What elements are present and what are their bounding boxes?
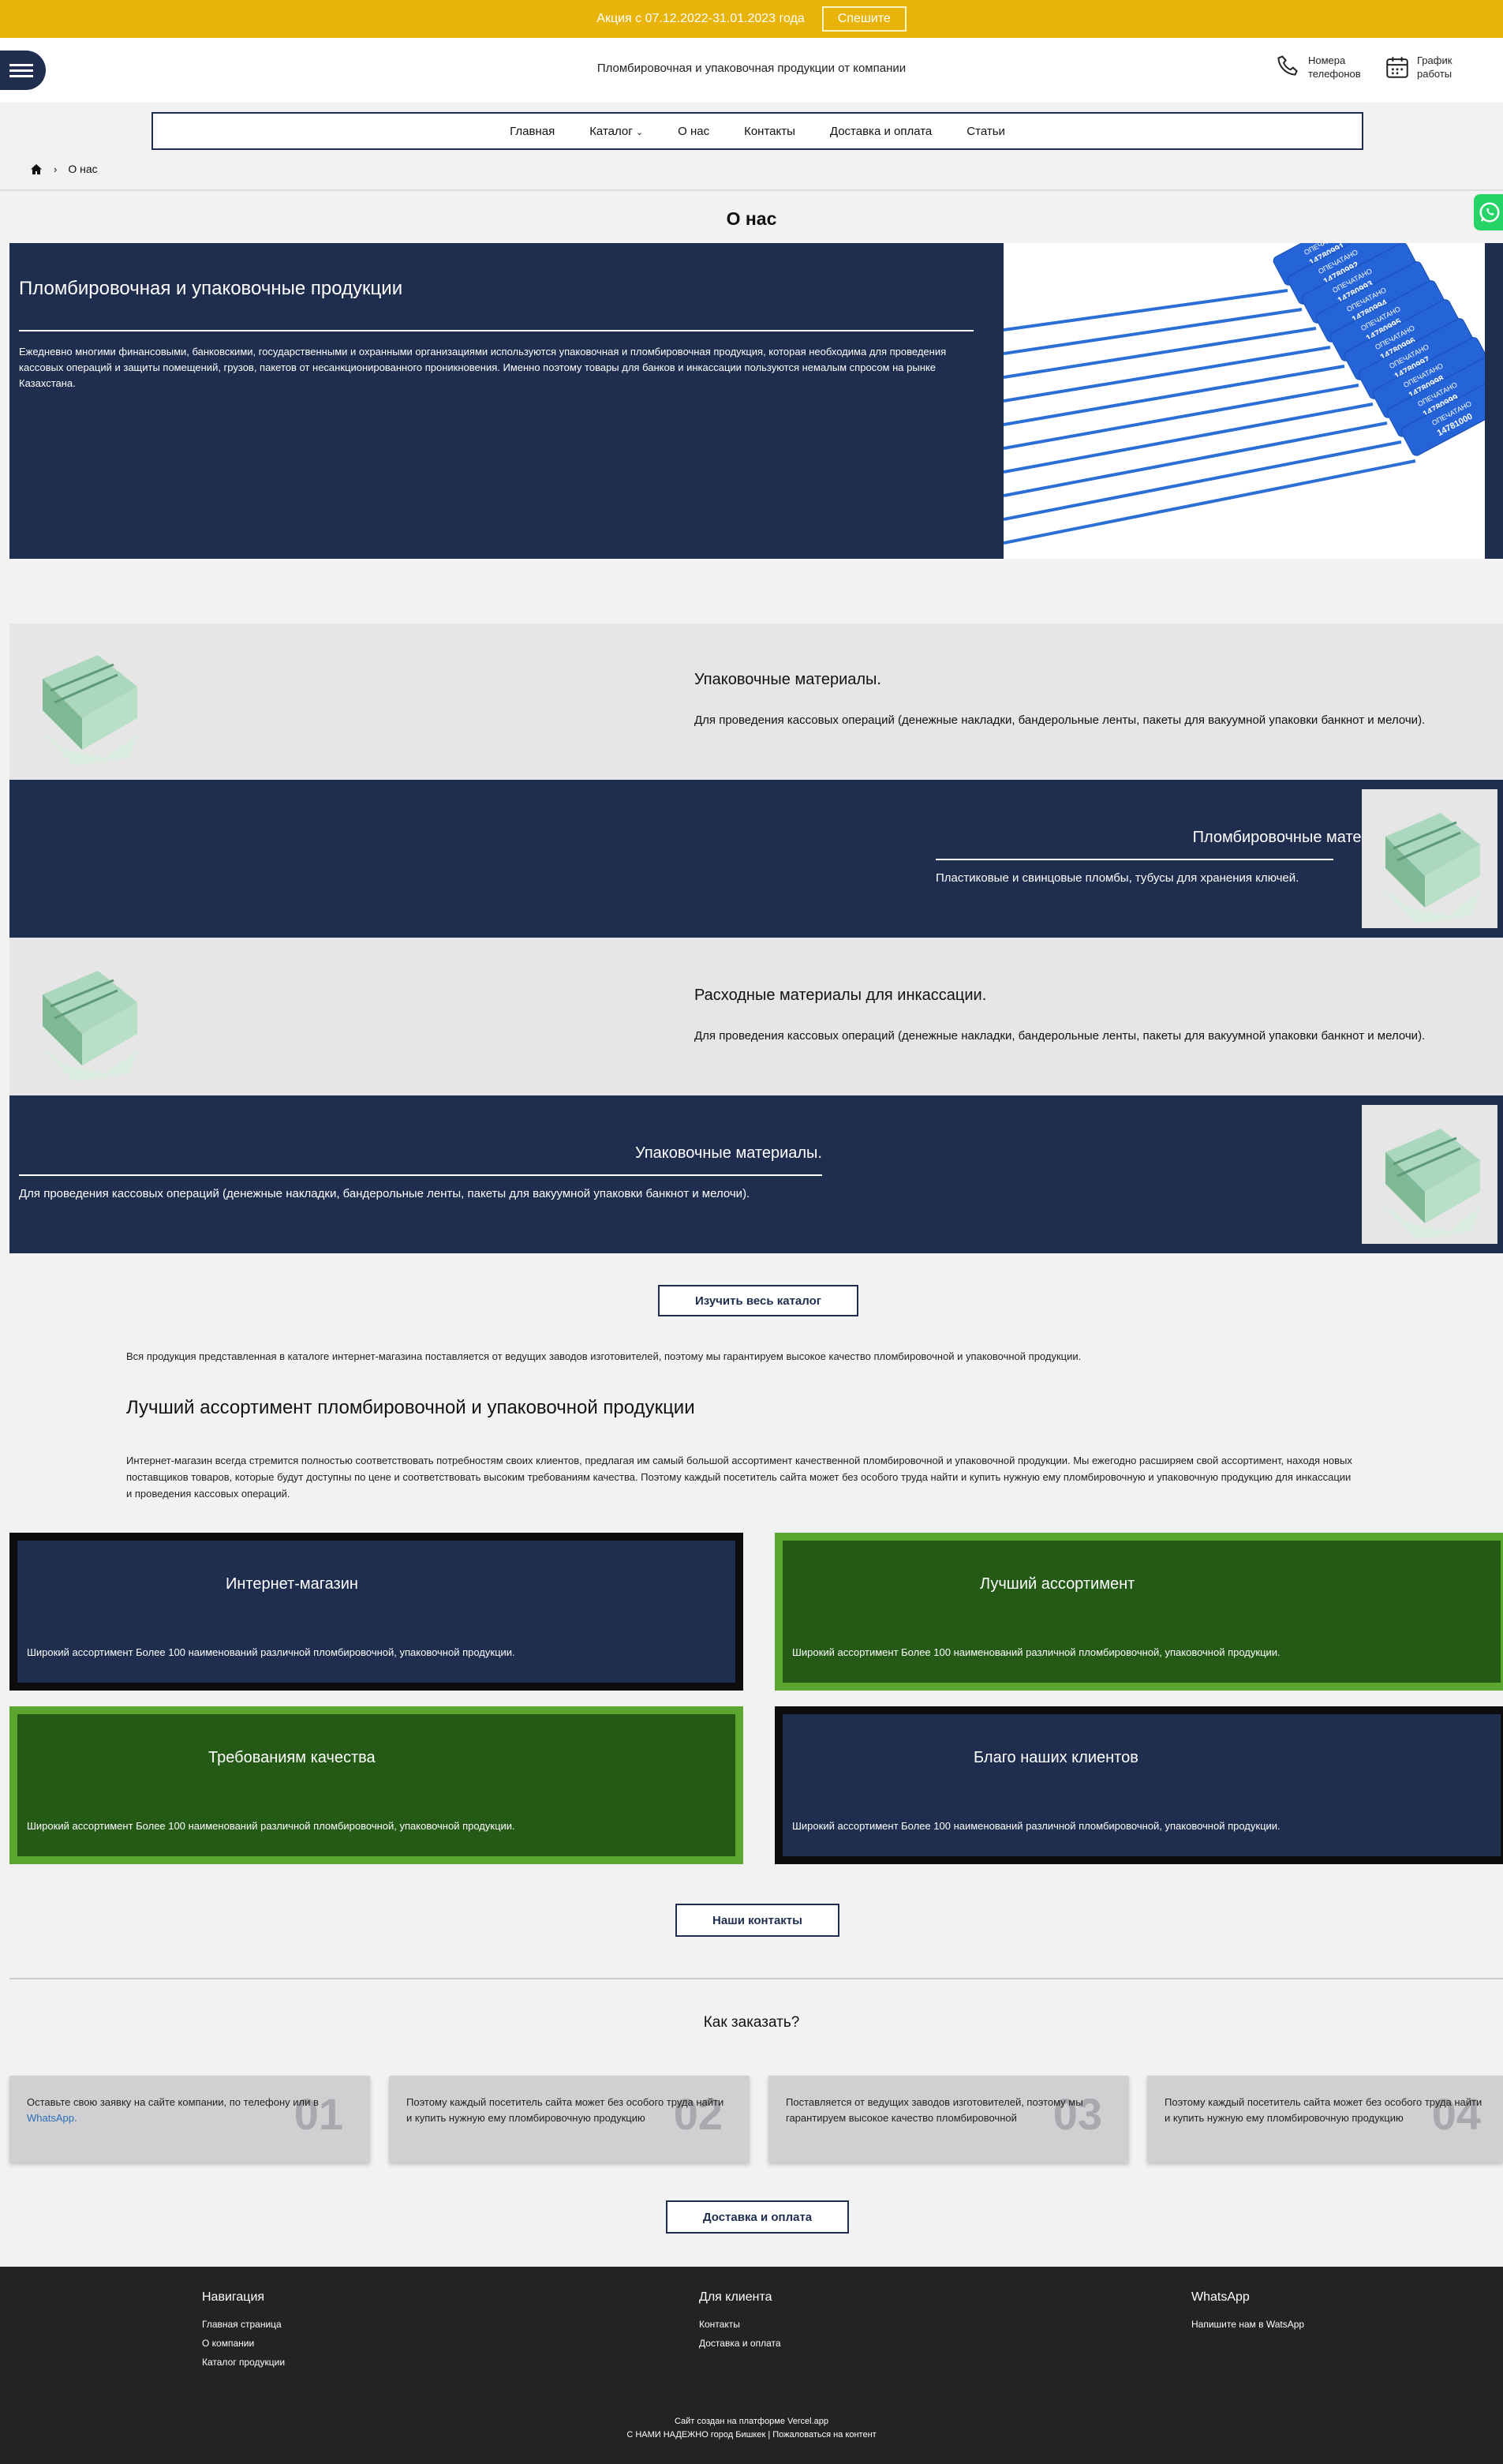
order-title: Как заказать? xyxy=(703,2014,800,2031)
phone-icon xyxy=(1277,55,1298,76)
row-desc: Для проведения кассовых операций (денежн… xyxy=(19,1187,750,1200)
page-title: О нас xyxy=(726,208,777,229)
card-text: Широкий ассортимент Более 100 наименован… xyxy=(27,1820,515,1832)
phones-label-1: Номера xyxy=(1308,54,1346,66)
nav-catalog-label: Каталог xyxy=(589,124,633,138)
hero-divider xyxy=(19,330,974,331)
footer-link[interactable]: Главная страница xyxy=(202,2319,285,2330)
footer-whatsapp-column: WhatsApp Напишите нам в WatsApp xyxy=(1191,2290,1304,2338)
product-row[interactable]: Расходные материалы для инкассации. Для … xyxy=(9,938,1503,1095)
home-icon[interactable] xyxy=(30,163,43,175)
schedule-label-1: График xyxy=(1417,54,1453,66)
phones-link[interactable]: Номера телефонов xyxy=(1275,54,1361,81)
money-pack-image xyxy=(19,947,155,1086)
footer-link[interactable]: Доставка и оплата xyxy=(699,2338,781,2349)
row-divider xyxy=(936,859,1333,860)
row-title: Упаковочные материалы. xyxy=(694,671,881,688)
seals-illustration: ОПЕЧАТАНО14780991ОПЕЧАТАНО14780992ОПЕЧАТ… xyxy=(1004,243,1485,559)
hero-title: Пломбировочная и упаковочные продукции xyxy=(19,278,403,299)
row-desc: Для проведения кассовых операций (денежн… xyxy=(694,1029,1426,1043)
site-footer: Навигация Главная страница О компании Ка… xyxy=(0,2267,1503,2464)
main-nav: Главная Каталог ⌄ О нас Контакты Доставк… xyxy=(151,112,1363,150)
row-desc: Пластиковые и свинцовые пломбы, тубусы д… xyxy=(936,871,1299,885)
promo-button[interactable]: Спешите xyxy=(821,6,907,32)
nav-item-home[interactable]: Главная xyxy=(510,125,555,138)
feature-card: Благо наших клиентов Широкий ассортимент… xyxy=(775,1706,1503,1864)
row-title: Пломбировочные материалы xyxy=(1192,829,1408,846)
card-title: Интернет-магазин xyxy=(226,1575,358,1593)
card-title: Благо наших клиентов xyxy=(974,1749,1138,1766)
footer-link[interactable]: О компании xyxy=(202,2338,285,2349)
order-step: 03 Поставляется от ведущих заводов изгот… xyxy=(768,2076,1129,2163)
footer-nav-title: Навигация xyxy=(202,2290,265,2304)
order-step: 04 Поэтому каждый посетитель сайта может… xyxy=(1147,2076,1503,2163)
chevron-down-icon: ⌄ xyxy=(635,127,644,137)
row-desc: Для проведения кассовых операций (денежн… xyxy=(694,713,1426,727)
step-text: Поэтому каждый посетитель сайта может бе… xyxy=(406,2096,724,2124)
money-pack-image xyxy=(1362,789,1497,928)
phones-label-2: телефонов xyxy=(1308,68,1361,80)
step-text: Поставляется от ведущих заводов изготови… xyxy=(786,2096,1083,2124)
card-text: Широкий ассортимент Более 100 наименован… xyxy=(27,1646,515,1658)
footer-copyright-text: С НАМИ НАДЕЖНО город Бишкек | Пожаловать… xyxy=(626,2430,877,2440)
whatsapp-icon xyxy=(1479,202,1500,223)
row-title: Упаковочные материалы. xyxy=(635,1144,822,1162)
calendar-icon xyxy=(1386,57,1408,78)
row-divider xyxy=(19,1174,822,1176)
order-step: 02 Поэтому каждый посетитель сайта может… xyxy=(389,2076,750,2163)
product-row[interactable]: Упаковочные материалы. Для проведения ка… xyxy=(9,623,1503,780)
delivery-button[interactable]: Доставка и оплата xyxy=(666,2200,849,2234)
promo-text: Акция с 07.12.2022-31.01.2023 года xyxy=(596,12,805,25)
breadcrumb-current: О нас xyxy=(68,163,98,175)
schedule-label-2: работы xyxy=(1417,68,1453,80)
product-row[interactable]: Пломбировочные материалы Пластиковые и с… xyxy=(9,780,1503,938)
footer-wa-title: WhatsApp xyxy=(1191,2290,1250,2304)
footer-client-column: Для клиента Контакты Доставка и оплата xyxy=(699,2290,781,2357)
promo-bar: Акция с 07.12.2022-31.01.2023 года Спеши… xyxy=(0,0,1503,38)
money-pack-image xyxy=(1362,1105,1497,1244)
step-text: Поэтому каждый посетитель сайта может бе… xyxy=(1165,2096,1482,2124)
divider xyxy=(0,189,1503,191)
footer-platform-text: Сайт создан на платформе Vercel.app xyxy=(674,2417,829,2426)
breadcrumb-separator-icon: › xyxy=(54,163,58,175)
assortment-title: Лучший ассортимент пломбировочной и упак… xyxy=(126,1397,695,1418)
hero-text: Ежедневно многими финансовыми, банковски… xyxy=(19,346,947,389)
footer-bottom: Сайт создан на платформе Vercel.app С НА… xyxy=(0,2415,1503,2442)
footer-nav-column: Навигация Главная страница О компании Ка… xyxy=(202,2290,285,2376)
row-title: Расходные материалы для инкассации. xyxy=(694,987,987,1004)
footer-link[interactable]: Напишите нам в WatsApp xyxy=(1191,2319,1304,2330)
product-row[interactable]: Упаковочные материалы. Для проведения ка… xyxy=(9,1095,1503,1253)
intro-text: Вся продукция представленная в каталоге … xyxy=(126,1350,1082,1362)
schedule-link[interactable]: График работы xyxy=(1384,54,1452,81)
whatsapp-link[interactable]: WhatsApp. xyxy=(27,2112,77,2124)
money-pack-image xyxy=(19,631,155,770)
card-title: Лучший ассортимент xyxy=(980,1575,1135,1593)
order-step: 01 Оставьте свою заявку на сайте компани… xyxy=(9,2076,370,2163)
contacts-button[interactable]: Наши контакты xyxy=(675,1904,839,1937)
card-text: Широкий ассортимент Более 100 наименован… xyxy=(792,1820,1281,1832)
step-text: Оставьте свою заявку на сайте компании, … xyxy=(27,2096,319,2108)
breadcrumb: › О нас xyxy=(30,163,98,175)
feature-card: Требованиям качества Широкий ассортимент… xyxy=(9,1706,743,1864)
nav-item-about[interactable]: О нас xyxy=(678,125,709,138)
hero-seals-image: ОПЕЧАТАНО14780991ОПЕЧАТАНО14780992ОПЕЧАТ… xyxy=(1004,243,1485,559)
whatsapp-float-button[interactable] xyxy=(1474,194,1503,230)
footer-link[interactable]: Каталог продукции xyxy=(202,2357,285,2368)
nav-item-delivery[interactable]: Доставка и оплата xyxy=(830,125,932,138)
card-text: Широкий ассортимент Более 100 наименован… xyxy=(792,1646,1281,1658)
assortment-text: Интернет-магазин всегда стремится полнос… xyxy=(126,1455,1352,1500)
nav-item-catalog[interactable]: Каталог ⌄ xyxy=(589,125,643,138)
card-title: Требованиям качества xyxy=(208,1749,376,1766)
footer-client-title: Для клиента xyxy=(699,2290,772,2304)
divider xyxy=(9,1978,1503,1979)
nav-item-articles[interactable]: Статьи xyxy=(966,125,1005,138)
nav-item-contacts[interactable]: Контакты xyxy=(744,125,795,138)
feature-card: Интернет-магазин Широкий ассортимент Бол… xyxy=(9,1533,743,1691)
feature-card: Лучший ассортимент Широкий ассортимент Б… xyxy=(775,1533,1503,1691)
catalog-button[interactable]: Изучить весь каталог xyxy=(658,1285,858,1316)
footer-link[interactable]: Контакты xyxy=(699,2319,781,2330)
